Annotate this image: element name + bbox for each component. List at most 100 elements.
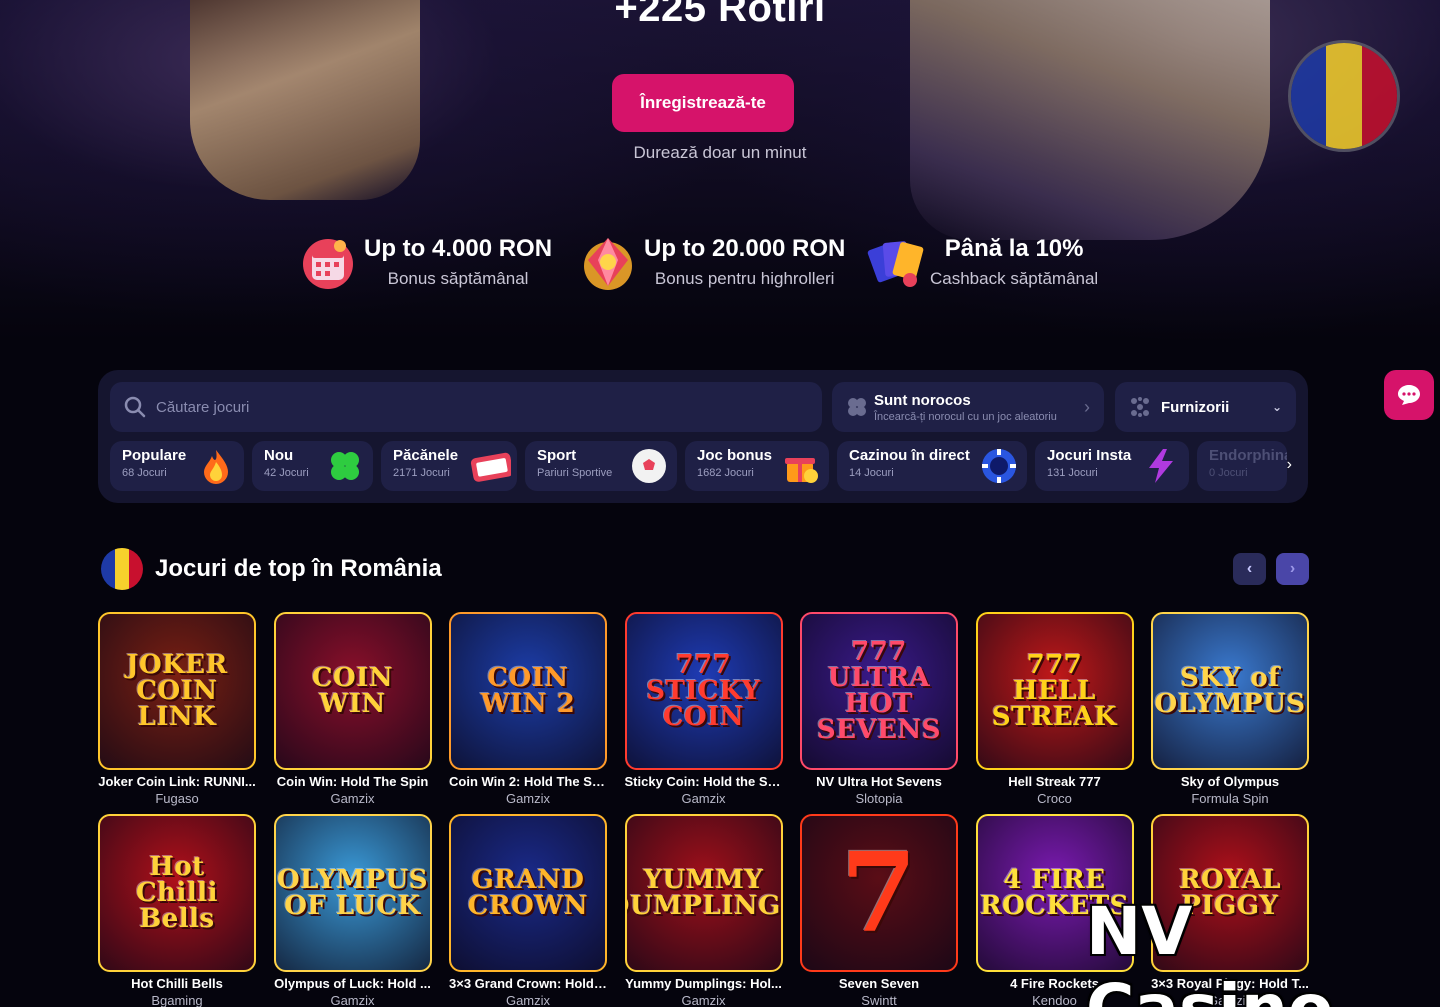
game-title: Olympus of Luck: Hold ...	[274, 976, 431, 991]
promo-subtitle: Bonus pentru highrolleri	[654, 269, 835, 288]
game-art-title: COIN WIN 2	[480, 663, 576, 719]
game-art-title: 777 STICKY COIN	[646, 650, 761, 732]
category-cazinou-direct[interactable]: Cazinou în direct 14 Jocuri	[837, 441, 1027, 491]
game-art-title: 7	[840, 828, 918, 957]
category-endorphina[interactable]: Endorphina 0 Jocuri	[1197, 441, 1287, 491]
game-provider: Bgaming	[151, 993, 203, 1007]
hero-character-right	[910, 0, 1270, 240]
promo-title: Up to 20.000 RON	[644, 235, 846, 262]
providers-dropdown[interactable]: Furnizorii ⌄	[1115, 382, 1296, 432]
game-art-title: SKY of OLYMPUS	[1154, 663, 1306, 719]
promo-weekly-bonus[interactable]: Up to 4.000 RON Bonus săptămânal	[300, 232, 552, 292]
register-button[interactable]: Înregistrează-te	[612, 74, 794, 132]
game-thumbnail[interactable]: JOKER COIN LINK	[98, 612, 256, 770]
game-thumbnail[interactable]: Hot Chilli Bells	[98, 814, 256, 972]
search-icon	[124, 396, 146, 418]
game-provider: Gamzix	[330, 791, 375, 806]
game-card[interactable]: OLYMPUS OF LUCK Olympus of Luck: Hold ...…	[273, 814, 432, 1007]
game-card[interactable]: COIN WIN Coin Win: Hold The Spin Gamzix	[273, 612, 432, 806]
game-card[interactable]: Hot Chilli Bells Hot Chilli Bells Bgaming	[98, 814, 256, 1007]
game-thumbnail[interactable]: GRAND CROWN	[449, 814, 607, 972]
game-card[interactable]: COIN WIN 2 Coin Win 2: Hold The Spin Gamzi…	[449, 612, 607, 806]
providers-grid-icon	[1131, 397, 1149, 417]
game-thumbnail[interactable]: COIN WIN 2	[449, 612, 607, 770]
romania-flag-icon	[101, 548, 143, 590]
category-pacanele[interactable]: Păcănele 2171 Jocuri	[381, 441, 517, 491]
game-title: Hell Streak 777	[1008, 774, 1101, 789]
lucky-subtitle: Încearcă-ți norocul cu un joc aleatoriu	[874, 410, 1057, 423]
game-art-title: YUMMY DUMPLINGS	[627, 865, 781, 921]
game-title: NV Ultra Hot Sevens	[816, 774, 942, 789]
category-row: Populare 68 Jocuri Nou 42 Jocuri Păcănel…	[110, 441, 1287, 491]
chat-button[interactable]	[1384, 370, 1434, 420]
game-provider: Croco	[1037, 791, 1072, 806]
category-jocuri-insta[interactable]: Jocuri Insta 131 Jocuri	[1035, 441, 1189, 491]
diamond-icon	[580, 232, 636, 292]
romania-flag-emblem	[1288, 40, 1400, 152]
promo-title: Up to 4.000 RON	[364, 235, 553, 262]
search-input[interactable]	[156, 398, 756, 416]
game-title: Coin Win 2: Hold The Spin	[449, 774, 607, 789]
promo-cashback[interactable]: Până la 10% Cashback săptămânal	[866, 232, 1098, 292]
game-filter-panel: Sunt norocos Încearcă-ți norocul cu un j…	[98, 370, 1308, 503]
category-populare[interactable]: Populare 68 Jocuri	[110, 441, 244, 491]
chat-bubble-icon	[1398, 385, 1420, 405]
dice-icon	[848, 398, 866, 416]
lucky-button[interactable]: Sunt norocos Încearcă-ți norocul cu un j…	[832, 382, 1104, 432]
game-card[interactable]: YUMMY DUMPLINGS Yummy Dumplings: Hol... Ga…	[624, 814, 783, 1007]
game-card[interactable]: GRAND CROWN 3×3 Grand Crown: Hold ... Gamz…	[449, 814, 607, 1007]
game-thumbnail[interactable]: SKY of OLYMPUS	[1151, 612, 1309, 770]
chevron-right-icon: ›	[1084, 396, 1090, 417]
carousel-prev-button[interactable]: ‹	[1233, 553, 1266, 585]
chevron-down-icon: ⌄	[1271, 400, 1282, 414]
game-card[interactable]: 777 ULTRA HOT SEVENS NV Ultra Hot Sevens S…	[800, 612, 958, 806]
promo-subtitle: Bonus săptămânal	[387, 269, 529, 288]
game-provider: Gamzix	[681, 993, 726, 1007]
cashback-cards-icon	[866, 232, 924, 292]
game-title: Joker Coin Link: RUNNI...	[98, 774, 256, 789]
poker-chip-icon	[982, 449, 1016, 483]
promo-subtitle: Cashback săptămânal	[930, 269, 1099, 288]
calendar-gift-icon	[300, 232, 356, 292]
game-title: Hot Chilli Bells	[131, 976, 223, 991]
game-thumbnail[interactable]: 7	[800, 814, 958, 972]
game-card[interactable]: 777 STICKY COIN Sticky Coin: Hold the Spi…	[624, 612, 783, 806]
providers-label: Furnizorii	[1161, 398, 1230, 416]
category-sport[interactable]: Sport Pariuri Sportive	[525, 441, 677, 491]
fire-icon	[204, 450, 228, 484]
game-thumbnail[interactable]: 777 ULTRA HOT SEVENS	[800, 612, 958, 770]
hero-subtitle: Durează doar un minut	[633, 143, 807, 162]
watermark: NV Casino	[1086, 893, 1333, 1007]
game-provider: Swintt	[861, 993, 897, 1007]
game-thumbnail[interactable]: OLYMPUS OF LUCK	[273, 814, 432, 972]
search-box[interactable]	[110, 382, 822, 432]
game-thumbnail[interactable]: YUMMY DUMPLINGS	[624, 814, 783, 972]
game-provider: Gamzix	[330, 993, 375, 1007]
game-card[interactable]: 7 Seven Seven Swintt	[800, 814, 958, 1007]
game-provider: Gamzix	[505, 993, 551, 1007]
game-art-title: 777 HELL STREAK	[991, 650, 1118, 732]
game-thumbnail[interactable]: 777 STICKY COIN	[624, 612, 783, 770]
slot-machine-icon	[470, 452, 511, 482]
promo-highroller-bonus[interactable]: Up to 20.000 RON Bonus pentru highroller…	[580, 232, 845, 292]
game-thumbnail[interactable]: 777 HELL STREAK	[975, 612, 1134, 770]
game-provider: Slotopia	[855, 791, 903, 806]
clover-icon	[331, 452, 359, 480]
category-nou[interactable]: Nou 42 Jocuri	[252, 441, 373, 491]
category-name: Endorphina	[1209, 447, 1287, 464]
game-card[interactable]: JOKER COIN LINK Joker Coin Link: RUNNI...…	[98, 612, 256, 806]
carousel-next-button[interactable]: ›	[1276, 553, 1309, 585]
game-art-title: JOKER COIN LINK	[126, 650, 228, 732]
category-scroll-right-icon[interactable]: ›	[1287, 456, 1292, 474]
game-card[interactable]: 777 HELL STREAK Hell Streak 777 Croco	[975, 612, 1134, 806]
game-art-title: GRAND CROWN	[467, 865, 589, 921]
game-art-title: OLYMPUS OF LUCK	[276, 865, 429, 921]
game-card[interactable]: SKY of OLYMPUS Sky of Olympus Formula Spin	[1151, 612, 1309, 806]
category-joc-bonus[interactable]: Joc bonus 1682 Jocuri	[685, 441, 829, 491]
game-thumbnail[interactable]: COIN WIN	[273, 612, 432, 770]
gift-box-icon	[785, 458, 818, 483]
game-provider: Fugaso	[155, 791, 199, 806]
game-provider: Gamzix	[505, 791, 551, 806]
game-title: Coin Win: Hold The Spin	[276, 774, 429, 789]
promo-title: Până la 10%	[944, 235, 1084, 262]
